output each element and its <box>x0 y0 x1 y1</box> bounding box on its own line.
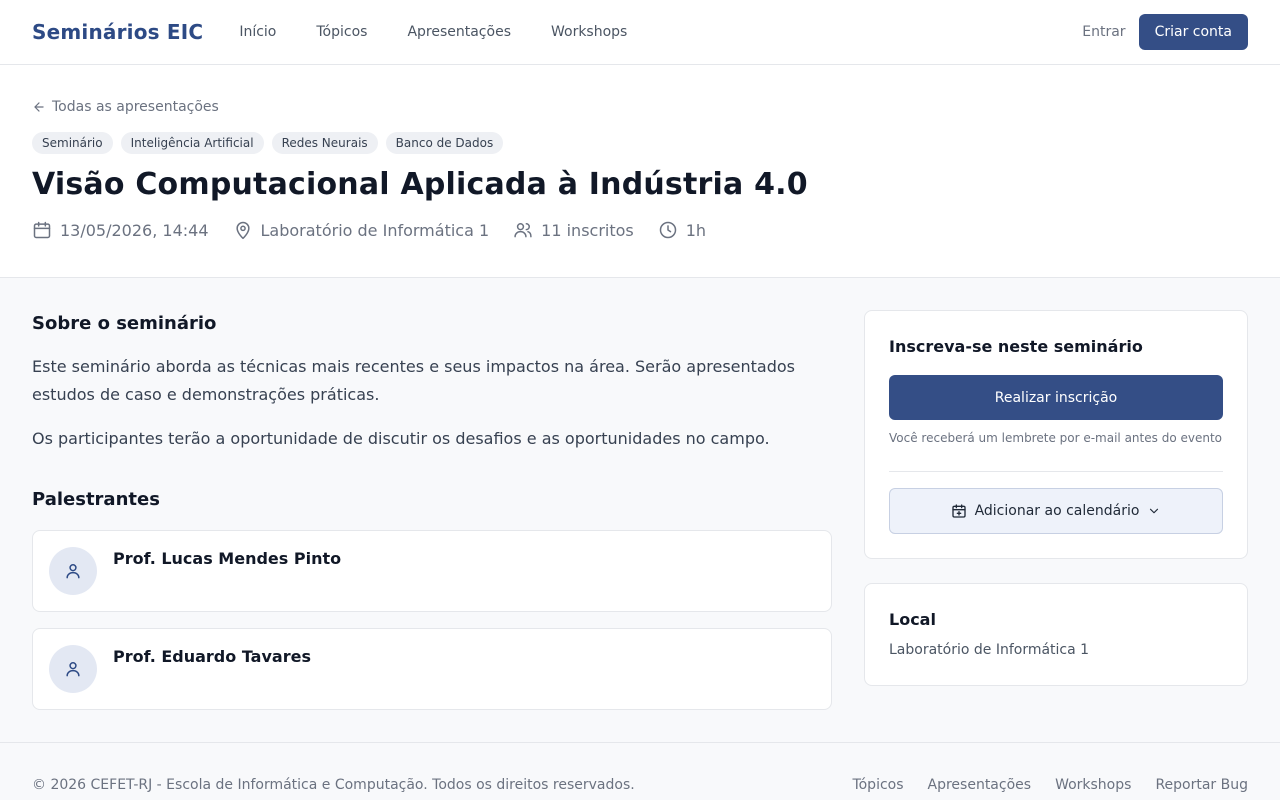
arrow-left-icon <box>34 102 44 112</box>
about-paragraph: Este seminário aborda as técnicas mais r… <box>32 357 795 404</box>
speaker-card: Prof. Eduardo Tavares <box>32 628 832 710</box>
clock-icon <box>659 221 676 239</box>
about-paragraph: Os participantes terão a oportunidade de… <box>32 429 770 448</box>
tag-badge: Seminário <box>32 132 113 154</box>
seminar-meta: 13/05/2026, 14:44 Laboratório de Informá… <box>32 220 706 240</box>
nav-link-apresentacoes[interactable]: Apresentações <box>407 24 511 40</box>
user-icon <box>66 662 80 677</box>
meta-enrolled-value: 11 inscritos <box>541 220 634 240</box>
map-pin-icon <box>235 221 250 240</box>
nav-link-workshops[interactable]: Workshops <box>551 24 627 40</box>
meta-location: Laboratório de Informática 1 <box>233 220 490 240</box>
seminar-header: Todas as apresentações Seminário Intelig… <box>0 65 1280 278</box>
add-to-calendar-button[interactable]: Adicionar ao calendário <box>889 488 1223 534</box>
user-icon <box>66 564 80 579</box>
calendar-plus-icon <box>951 504 966 518</box>
tag-badge: Banco de Dados <box>385 132 504 154</box>
meta-location-value: Laboratório de Informática 1 <box>260 220 490 240</box>
signup-card: Inscreva-se neste seminário Realizar ins… <box>864 310 1248 559</box>
about-section-title: Sobre o seminário <box>32 313 217 334</box>
avatar <box>49 547 97 595</box>
meta-datetime: 13/05/2026, 14:44 <box>32 220 209 240</box>
footer-link-topicos[interactable]: Tópicos <box>852 777 903 793</box>
nav-actions: Entrar Criar conta <box>1082 14 1248 50</box>
reminder-note: Você receberá um lembrete por e-mail ant… <box>889 431 1222 445</box>
tag-badge: Redes Neurais <box>271 132 378 154</box>
footer-link-workshops[interactable]: Workshops <box>1055 777 1131 793</box>
speaker-name: Prof. Lucas Mendes Pinto <box>113 549 342 568</box>
login-link[interactable]: Entrar <box>1082 24 1125 40</box>
register-button[interactable]: Realizar inscrição <box>889 375 1223 420</box>
top-navbar: Seminários EIC Início Tópicos Apresentaç… <box>0 0 1280 65</box>
location-card-title: Local <box>889 610 936 629</box>
nav-link-topicos[interactable]: Tópicos <box>316 24 367 40</box>
add-to-calendar-label: Adicionar ao calendário <box>974 503 1140 519</box>
meta-duration-value: 1h <box>685 220 707 240</box>
location-value: Laboratório de Informática 1 <box>889 642 1090 658</box>
tag-badge: Inteligência Artificial <box>120 132 264 154</box>
speakers-section-title: Palestrantes <box>32 489 160 510</box>
tag-list: Seminário Inteligência Artificial Redes … <box>32 132 504 154</box>
footer-link-reportar-bug[interactable]: Reportar Bug <box>1155 777 1248 793</box>
location-card: Local Laboratório de Informática 1 <box>864 583 1248 686</box>
back-link-label: Todas as apresentações <box>52 99 219 115</box>
meta-enrolled: 11 inscritos <box>513 220 634 240</box>
back-to-presentations-link[interactable]: Todas as apresentações <box>32 99 219 115</box>
brand-logo[interactable]: Seminários EIC <box>32 20 203 44</box>
footer: © 2026 CEFET-RJ - Escola de Informática … <box>0 742 1280 800</box>
avatar <box>49 645 97 693</box>
meta-datetime-value: 13/05/2026, 14:44 <box>60 220 209 240</box>
users-icon <box>514 223 532 238</box>
speaker-card: Prof. Lucas Mendes Pinto <box>32 530 832 612</box>
copyright-text: © 2026 CEFET-RJ - Escola de Informática … <box>32 777 635 793</box>
meta-duration: 1h <box>658 220 706 240</box>
divider <box>889 471 1223 472</box>
signup-button[interactable]: Criar conta <box>1138 14 1248 50</box>
signup-card-title: Inscreva-se neste seminário <box>889 337 1143 356</box>
chevron-down-icon <box>1150 508 1159 514</box>
footer-link-apresentacoes[interactable]: Apresentações <box>928 777 1032 793</box>
nav-link-inicio[interactable]: Início <box>239 24 276 40</box>
footer-links: Tópicos Apresentações Workshops Reportar… <box>852 777 1248 793</box>
page-title: Visão Computacional Aplicada à Indústria… <box>32 167 808 202</box>
nav-links: Início Tópicos Apresentações Workshops <box>239 24 627 40</box>
speaker-name: Prof. Eduardo Tavares <box>113 647 311 666</box>
calendar-icon <box>33 221 51 239</box>
